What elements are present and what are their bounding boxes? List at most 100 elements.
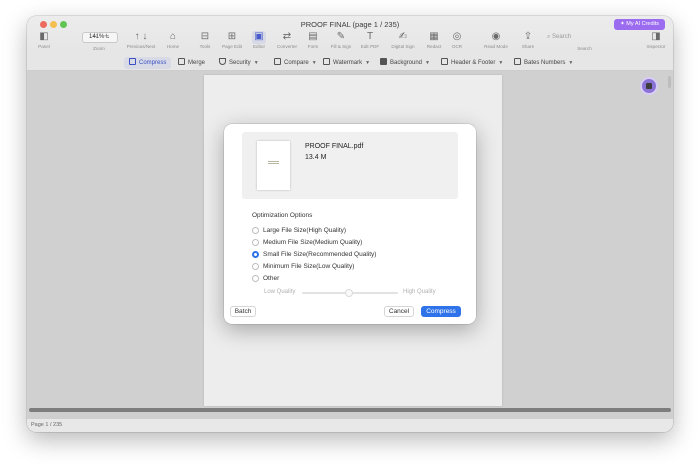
option-large-file-size[interactable]: Large File Size(High Quality) — [252, 225, 346, 236]
compare-tool-label: Compare — [284, 60, 309, 66]
shield-icon — [219, 58, 226, 65]
home-label: Home — [166, 44, 180, 49]
cancel-button[interactable]: Cancel — [384, 306, 414, 317]
radio-button[interactable] — [252, 227, 259, 234]
status-bar: Page 1 / 235 — [27, 418, 673, 432]
ai-icon — [646, 83, 652, 89]
ocr-button[interactable]: ◎ OCR — [440, 31, 474, 55]
ocr-label: OCR — [451, 44, 463, 49]
bates-numbers-tool[interactable]: Bates Numbers ▼ — [509, 57, 578, 69]
merge-tool-label: Merge — [188, 60, 206, 66]
security-tool-label: Security — [229, 60, 251, 66]
option-label: Medium File Size(Medium Quality) — [263, 239, 363, 246]
compress-dialog: PROOF FINAL.pdf 13.4 M Optimization Opti… — [224, 124, 476, 324]
ai-credits-button[interactable]: ✦ My AI Credits — [614, 19, 665, 30]
share-label: Share — [521, 44, 535, 49]
sidebar-icon: ◧ — [39, 31, 49, 42]
panel-label: Panel — [38, 44, 50, 49]
header-footer-icon — [441, 58, 448, 65]
page-indicator: Page 1 / 235 — [31, 422, 63, 428]
high-quality-label: High Quality — [403, 289, 436, 295]
search-label: Search — [577, 46, 592, 51]
slider-knob[interactable] — [345, 289, 353, 297]
previous-next-label: Previous/Next — [126, 44, 156, 49]
background-icon — [380, 58, 387, 65]
option-medium-file-size[interactable]: Medium File Size(Medium Quality) — [252, 237, 362, 248]
edit-pdf-button[interactable]: T Edit PDF — [353, 31, 387, 55]
compress-icon — [129, 58, 136, 65]
search-icon: ⌕ — [547, 34, 551, 40]
compress-button[interactable]: Compress — [421, 306, 461, 317]
previous-next-button[interactable]: ↑ ↓ Previous/Next — [124, 31, 158, 55]
signature-icon: ✍ — [398, 31, 408, 42]
merge-tool[interactable]: Merge — [173, 57, 210, 69]
read-mode-button[interactable]: ◉ Read Mode — [479, 31, 513, 55]
ai-credits-label: My AI Credits — [626, 21, 659, 27]
watermark-tool[interactable]: Watermark ▼ — [318, 57, 375, 69]
home-button[interactable]: ⌂ Home — [156, 31, 190, 55]
chevron-down-icon: ▼ — [568, 60, 574, 66]
header-footer-tool[interactable]: Header & Footer ▼ — [436, 57, 508, 69]
background-tool[interactable]: Background ▼ — [375, 57, 435, 69]
radio-button[interactable] — [252, 239, 259, 246]
panel-button[interactable]: ◧ Panel — [27, 31, 61, 55]
compress-tool-label: Compress — [139, 60, 167, 66]
inspector-label: Inspector — [646, 44, 666, 49]
chevron-down-icon: ▼ — [365, 60, 371, 66]
optimization-options-title: Optimization Options — [252, 212, 313, 219]
bates-icon — [514, 58, 521, 65]
watermark-tool-label: Watermark — [333, 60, 363, 66]
compare-tool[interactable]: Compare ▼ — [269, 57, 322, 69]
option-other[interactable]: Other — [252, 273, 279, 284]
security-tool[interactable]: Security ▼ — [214, 57, 264, 69]
edit-pdf-label: Edit PDF — [360, 44, 380, 49]
option-minimum-file-size[interactable]: Minimum File Size(Low Quality) — [252, 261, 354, 272]
zoom-in-icon[interactable]: + — [104, 31, 109, 41]
file-thumbnail — [257, 141, 290, 190]
chevron-down-icon: ▼ — [253, 60, 259, 66]
ocr-icon: ◎ — [452, 31, 462, 42]
merge-icon — [178, 58, 185, 65]
editor-icon: ▣ — [252, 31, 266, 44]
digital-sign-button[interactable]: ✍ Digital Sign — [386, 31, 420, 55]
vertical-scrollbar[interactable] — [668, 76, 671, 88]
low-quality-label: Low Quality — [264, 289, 296, 295]
sub-toolbar: Compress Merge Security ▼ Compare ▼ Waterm… — [27, 55, 673, 71]
option-small-file-size[interactable]: Small File Size(Recommended Quality) — [252, 249, 376, 260]
inspector-icon: ◨ — [651, 31, 661, 42]
search-field[interactable]: ⌕ Search — [547, 31, 622, 44]
search-placeholder: Search — [552, 34, 572, 40]
bates-numbers-tool-label: Bates Numbers — [524, 60, 566, 66]
chevron-down-icon: ▼ — [425, 60, 430, 66]
background-tool-label: Background — [390, 60, 423, 66]
zoom-label: Zoom — [93, 46, 105, 51]
compress-tool[interactable]: Compress — [124, 57, 172, 69]
option-label: Small File Size(Recommended Quality) — [263, 251, 377, 258]
option-label: Large File Size(High Quality) — [263, 227, 347, 234]
file-name: PROOF FINAL.pdf — [305, 143, 364, 150]
watermark-icon — [323, 58, 330, 65]
radio-button-selected[interactable] — [252, 251, 259, 258]
radio-button[interactable] — [252, 263, 259, 270]
arrow-up-down-icon: ↑ ↓ — [134, 31, 148, 42]
zoom-out-icon[interactable]: − — [92, 31, 97, 41]
read-mode-label: Read Mode — [484, 44, 508, 49]
radio-button[interactable] — [252, 275, 259, 282]
home-icon: ⌂ — [169, 31, 177, 42]
option-label: Other — [263, 275, 280, 282]
share-button[interactable]: ⇪ Share — [511, 31, 545, 55]
thumbnail-mark — [268, 161, 279, 164]
option-label: Minimum File Size(Low Quality) — [263, 263, 355, 270]
batch-button[interactable]: Batch — [230, 306, 256, 317]
chevron-down-icon: ▼ — [311, 60, 317, 66]
inspector-button[interactable]: ◨ Inspector — [639, 31, 673, 55]
quality-slider[interactable] — [302, 289, 398, 297]
ai-assistant-button[interactable] — [640, 77, 658, 95]
file-info-card: PROOF FINAL.pdf 13.4 M — [242, 132, 458, 199]
zoom-select[interactable]: 141% ⌄ — [82, 32, 118, 43]
compare-icon — [274, 58, 281, 65]
text-icon: T — [366, 31, 374, 42]
horizontal-scrollbar[interactable] — [29, 408, 671, 412]
chevron-down-icon: ▼ — [498, 60, 504, 66]
header-footer-tool-label: Header & Footer — [451, 60, 496, 66]
